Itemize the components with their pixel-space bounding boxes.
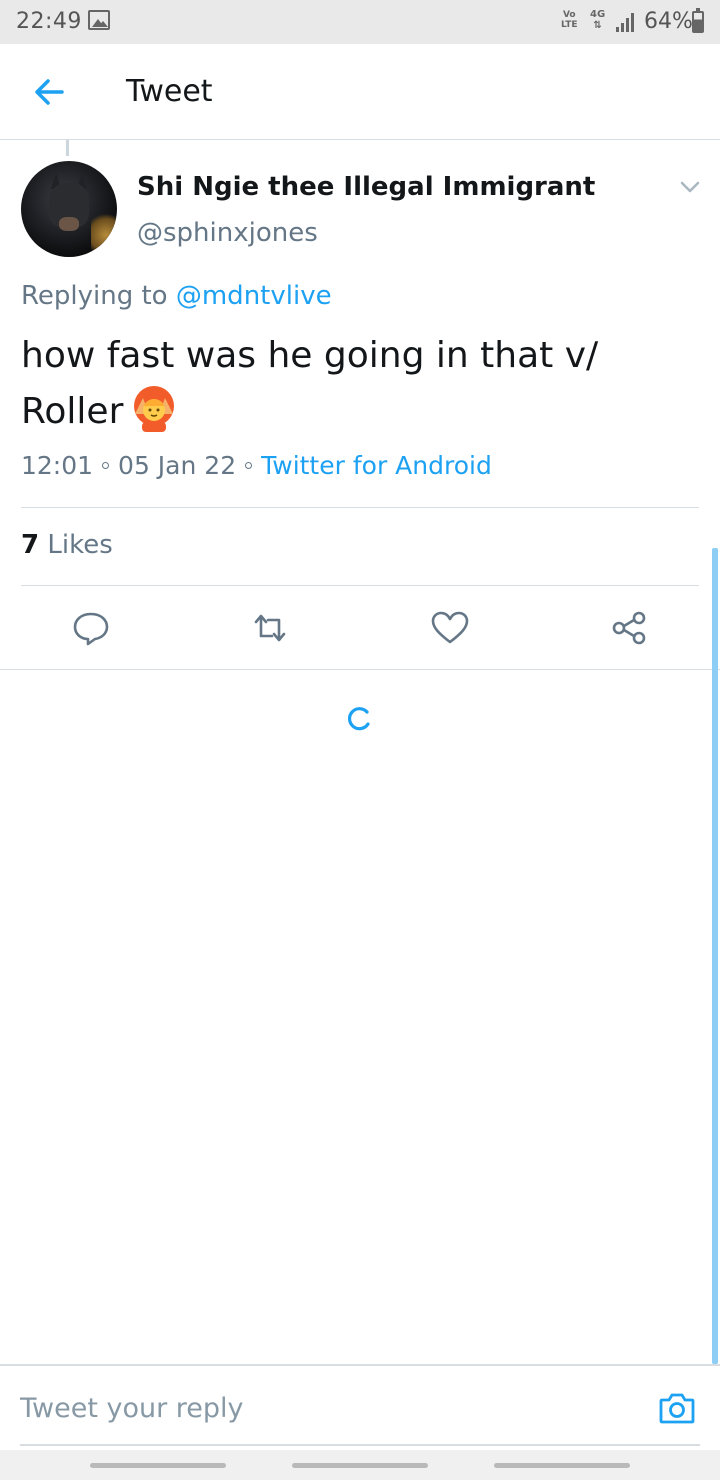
reply-input-underline	[20, 1444, 700, 1446]
likes-summary[interactable]: 7 Likes	[21, 530, 113, 560]
caret-down-icon[interactable]	[678, 178, 702, 196]
tweet-actions	[0, 586, 720, 670]
app-bar: Tweet	[0, 44, 720, 140]
reply-icon[interactable]	[71, 610, 111, 646]
loading-spinner-icon	[347, 707, 370, 731]
tweet-body: how fast was he going in that v/ Roller	[21, 328, 701, 440]
network-arrows-icon: ⇅	[593, 20, 602, 31]
replying-prefix: Replying to	[21, 281, 168, 311]
volte-top: Vo	[562, 10, 576, 20]
likes-count: 7	[21, 530, 40, 560]
system-nav-bar	[0, 1450, 720, 1480]
thread-connector-line	[66, 140, 69, 156]
replying-to: Replying to @mdntvlive	[21, 281, 332, 311]
battery-percent: 64%	[644, 9, 693, 34]
page-title: Tweet	[126, 74, 213, 109]
tweet-meta: 12:01 05 Jan 22 Twitter for Android	[21, 451, 492, 480]
tweet-source-link[interactable]: Twitter for Android	[261, 451, 492, 480]
volte-indicator: Vo LTE	[561, 10, 578, 30]
scrollbar[interactable]	[712, 548, 718, 1364]
like-icon[interactable]	[430, 610, 470, 646]
volte-bottom: LTE	[561, 20, 578, 30]
back-arrow-icon[interactable]	[30, 72, 70, 112]
status-time: 22:49	[16, 9, 82, 34]
signal-icon	[616, 12, 634, 32]
nav-recents-button[interactable]	[494, 1463, 630, 1468]
nav-back-button[interactable]	[90, 1463, 226, 1468]
gallery-icon	[88, 10, 110, 30]
battery-icon	[692, 8, 704, 33]
reply-composer	[0, 1364, 720, 1448]
status-bar: 22:49 Vo LTE 4G ⇅ 64%	[0, 0, 720, 44]
avatar[interactable]	[21, 161, 117, 257]
reply-input[interactable]	[20, 1388, 640, 1428]
tweet-date: 05 Jan 22	[118, 451, 237, 480]
network-type: 4G	[590, 9, 606, 20]
tweet-time: 12:01	[21, 451, 94, 480]
person-gesturing-no-emoji-icon	[129, 384, 179, 434]
author-display-name[interactable]: Shi Ngie thee Illegal Immigrant	[137, 172, 595, 202]
share-icon[interactable]	[609, 610, 649, 646]
divider	[21, 507, 699, 508]
tweet-text: how fast was he going in that v/ Roller	[21, 335, 599, 432]
author-handle[interactable]: @sphinxjones	[137, 218, 318, 248]
camera-icon[interactable]	[658, 1390, 696, 1426]
likes-label: Likes	[47, 530, 113, 560]
retweet-icon[interactable]	[250, 610, 290, 646]
replying-mention-link[interactable]: @mdntvlive	[176, 281, 332, 311]
network-indicator: 4G ⇅	[590, 9, 605, 31]
nav-home-button[interactable]	[292, 1463, 428, 1468]
